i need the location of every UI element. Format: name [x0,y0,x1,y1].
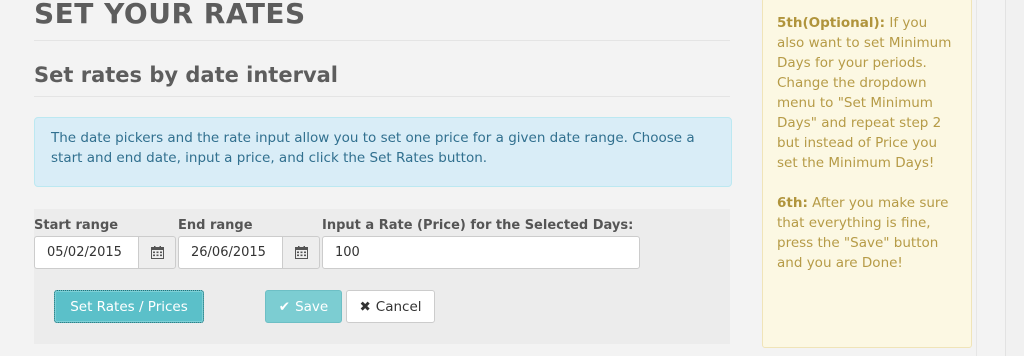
save-button-label: Save [295,298,329,315]
content-edge [976,0,977,356]
set-rates-button-label: Set Rates / Prices [70,298,188,315]
rate-label: Input a Rate (Price) for the Selected Da… [322,218,634,233]
info-alert: The date pickers and the rate input allo… [34,117,732,187]
start-date-input[interactable] [34,236,138,269]
calendar-icon[interactable] [282,236,320,269]
help-panel: 5th(Optional): If you also want to set M… [762,0,972,348]
section-title: Set rates by date interval [34,63,339,87]
help-step-5-text: If you also want to set Minimum Days for… [777,15,952,171]
start-date-group [34,236,176,269]
set-rates-button[interactable]: Set Rates / Prices [54,290,204,323]
section-divider [34,96,730,97]
help-step-6: 6th: After you make sure that everything… [777,193,957,273]
help-step-5-heading: 5th(Optional): [777,15,886,31]
start-range-label: Start range [34,218,119,233]
cancel-button-label: Cancel [375,298,422,315]
calendar-icon[interactable] [138,236,176,269]
save-button[interactable]: ✔ Save [265,290,342,323]
help-step-5: 5th(Optional): If you also want to set M… [777,13,957,173]
page-title: SET YOUR RATES [34,0,306,30]
check-icon: ✔ [278,298,291,315]
vertical-scrollbar[interactable] [1005,0,1024,356]
rates-page: SET YOUR RATES Set rates by date interva… [0,0,1024,356]
end-range-label: End range [178,218,253,233]
cancel-button[interactable]: ✖ Cancel [346,290,435,323]
rate-input[interactable] [322,236,640,269]
title-divider [34,40,730,41]
end-date-group [178,236,320,269]
times-icon: ✖ [359,298,371,315]
end-date-input[interactable] [178,236,282,269]
rate-form: Start range End range [34,209,730,344]
help-step-6-heading: 6th: [777,195,808,211]
